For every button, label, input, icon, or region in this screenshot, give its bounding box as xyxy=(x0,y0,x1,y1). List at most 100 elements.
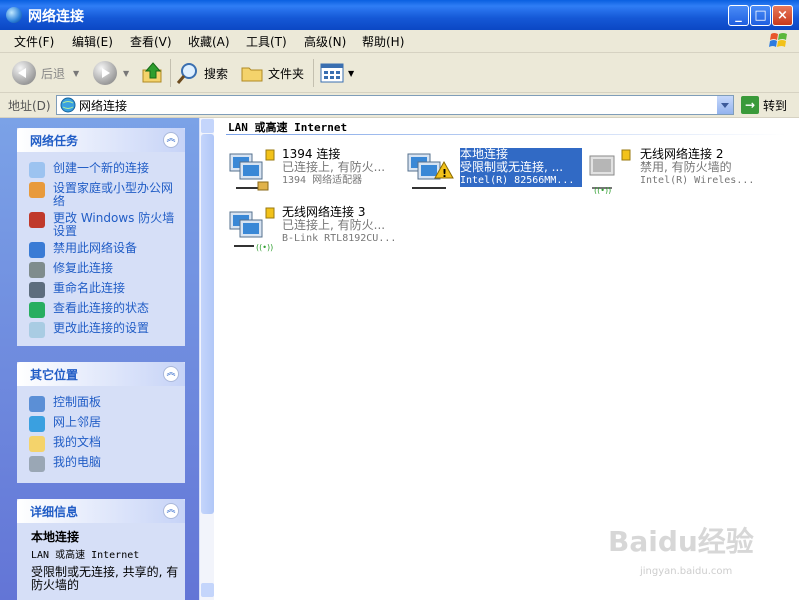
scroll-up-arrow[interactable] xyxy=(201,119,214,133)
my-computer-icon xyxy=(29,456,45,472)
connection-item-wireless-2[interactable]: ((•)) 无线网络连接 2 禁用, 有防火墙的 Intel(R) Wirele… xyxy=(586,148,766,208)
connection-text: 1394 连接 已连接上, 有防火... 1394 网络适配器 xyxy=(282,148,404,187)
menu-tools[interactable]: 工具(T) xyxy=(246,33,287,50)
connection-item-wireless-3[interactable]: ((•)) 无线网络连接 3 已连接上, 有防火... B-Link RTL81… xyxy=(228,206,408,266)
task-pane: 网络任务 ︽ 创建一个新的连接 设置家庭或小型办公网络 更改 Windows 防… xyxy=(0,118,199,600)
views-button[interactable]: ▼ xyxy=(320,60,354,86)
group-header: LAN 或高速 Internet xyxy=(228,121,348,134)
connection-status: 禁用, 有防火墙的 xyxy=(640,161,732,174)
task-pane-scrollbar[interactable] xyxy=(199,118,215,600)
connection-device: B-Link RTL8192CU... xyxy=(282,233,397,244)
task-view-status[interactable]: 查看此连接的状态 xyxy=(29,302,179,318)
connection-item-local[interactable]: ! 本地连接 受限制或无连接, ... Intel(R) 82566MM... xyxy=(406,148,586,208)
network-connection-icon xyxy=(229,149,275,191)
collapse-icon[interactable]: ︽ xyxy=(163,132,179,148)
up-folder-button[interactable] xyxy=(141,60,165,86)
place-my-documents[interactable]: 我的文档 xyxy=(29,436,179,452)
network-places-icon xyxy=(29,416,45,432)
connection-text: 本地连接 受限制或无连接, ... Intel(R) 82566MM... xyxy=(460,148,582,187)
back-arrow-icon xyxy=(12,61,36,85)
back-label: 后退 xyxy=(41,66,66,81)
network-connections-icon xyxy=(6,7,22,23)
connection-status: 已连接上, 有防火... xyxy=(282,161,386,174)
task-label: 修复此连接 xyxy=(53,261,114,275)
network-tasks-header[interactable]: 网络任务 ︽ xyxy=(17,128,185,152)
close-icon: × xyxy=(777,8,788,23)
go-button[interactable]: 转到 xyxy=(763,97,787,114)
window-title: 网络连接 xyxy=(28,9,84,25)
task-rename-connection[interactable]: 重命名此连接 xyxy=(29,282,179,298)
address-dropdown-button[interactable] xyxy=(717,96,733,114)
task-create-connection[interactable]: 创建一个新的连接 xyxy=(29,162,179,178)
forward-dropdown-icon[interactable]: ▼ xyxy=(123,69,129,78)
place-network-neighborhood[interactable]: 网上邻居 xyxy=(29,416,179,432)
svg-text:((•)): ((•)) xyxy=(256,243,273,252)
task-disable-device[interactable]: 禁用此网络设备 xyxy=(29,242,179,258)
task-repair-connection[interactable]: 修复此连接 xyxy=(29,262,179,278)
task-change-settings[interactable]: 更改此连接的设置 xyxy=(29,322,179,338)
task-firewall-settings[interactable]: 更改 Windows 防火墙设置 xyxy=(29,212,179,238)
address-value: 网络连接 xyxy=(79,99,128,113)
connection-text: 无线网络连接 3 已连接上, 有防火... B-Link RTL8192CU..… xyxy=(282,206,404,245)
connection-device: Intel(R) Wireles... xyxy=(640,175,755,186)
task-label: 更改此连接的设置 xyxy=(53,321,150,335)
place-my-computer[interactable]: 我的电脑 xyxy=(29,456,179,472)
network-globe-icon xyxy=(60,97,76,113)
forward-button[interactable]: ▼ xyxy=(93,60,129,86)
menu-view[interactable]: 查看(V) xyxy=(130,33,172,50)
other-places-header[interactable]: 其它位置 ︽ xyxy=(17,362,185,386)
svg-text:((•)): ((•)) xyxy=(594,186,611,194)
connection-status: 受限制或无连接, ... xyxy=(460,161,564,174)
details-header[interactable]: 详细信息 ︽ xyxy=(17,499,185,523)
my-documents-icon xyxy=(29,436,45,452)
details-title: 详细信息 xyxy=(30,505,79,519)
up-folder-icon xyxy=(142,62,162,83)
address-bar: 地址(D) 网络连接 → 转到 xyxy=(0,93,799,118)
menu-help[interactable]: 帮助(H) xyxy=(362,33,404,50)
collapse-icon[interactable]: ︽ xyxy=(163,503,179,519)
menu-edit[interactable]: 编辑(E) xyxy=(72,33,113,50)
baidu-watermark: Baidu经验 xyxy=(608,525,754,558)
scroll-thumb[interactable] xyxy=(201,134,214,514)
home-network-icon xyxy=(29,182,45,198)
maximize-button[interactable]: □ xyxy=(750,5,771,26)
folders-icon xyxy=(241,67,263,82)
connection-name: 无线网络连接 3 xyxy=(282,205,366,219)
views-icon xyxy=(320,63,344,83)
network-tasks-panel: 网络任务 ︽ 创建一个新的连接 设置家庭或小型办公网络 更改 Windows 防… xyxy=(17,128,185,346)
menu-advanced[interactable]: 高级(N) xyxy=(304,33,346,50)
windows-logo-icon xyxy=(769,33,787,47)
search-label: 搜索 xyxy=(204,66,229,81)
minimize-button[interactable]: _ xyxy=(728,5,749,26)
address-input[interactable]: 网络连接 xyxy=(56,95,734,115)
forward-arrow-icon xyxy=(93,61,117,85)
scroll-down-arrow[interactable] xyxy=(201,583,214,597)
other-places-title: 其它位置 xyxy=(30,368,79,382)
title-bar: 网络连接 _ □ × xyxy=(0,0,799,30)
close-button[interactable]: × xyxy=(772,5,793,26)
go-arrow-icon[interactable]: → xyxy=(741,96,759,114)
repair-wrench-icon xyxy=(29,262,45,278)
network-connection-warning-icon: ! xyxy=(407,153,454,189)
menu-file[interactable]: 文件(F) xyxy=(14,33,54,50)
connection-device: 1394 网络适配器 xyxy=(282,175,363,186)
toolbar-separator xyxy=(170,59,171,87)
search-button[interactable]: 搜索 xyxy=(176,60,228,86)
views-dropdown-icon: ▼ xyxy=(348,68,355,78)
details-panel: 详细信息 ︽ 本地连接 LAN 或高速 Internet 受限制或无连接, 共享… xyxy=(17,499,185,600)
place-label: 我的文档 xyxy=(53,435,102,449)
details-name: 本地连接 xyxy=(31,530,80,544)
folders-button[interactable]: 文件夹 xyxy=(240,60,304,86)
connection-device: Intel(R) 82566MM... xyxy=(460,175,575,186)
place-control-panel[interactable]: 控制面板 xyxy=(29,396,179,412)
connection-text: 无线网络连接 2 禁用, 有防火墙的 Intel(R) Wireles... xyxy=(640,148,762,187)
task-setup-home-network[interactable]: 设置家庭或小型办公网络 xyxy=(29,182,179,208)
folders-label: 文件夹 xyxy=(268,66,305,81)
task-label: 禁用此网络设备 xyxy=(53,241,138,255)
connection-item-1394[interactable]: 1394 连接 已连接上, 有防火... 1394 网络适配器 xyxy=(228,148,408,208)
back-dropdown-icon[interactable]: ▼ xyxy=(73,69,79,78)
collapse-icon[interactable]: ︽ xyxy=(163,366,179,382)
back-button[interactable]: 后退 ▼ xyxy=(12,60,79,86)
menu-favorites[interactable]: 收藏(A) xyxy=(188,33,230,50)
wireless-connection-disabled-icon: ((•)) xyxy=(589,149,631,194)
